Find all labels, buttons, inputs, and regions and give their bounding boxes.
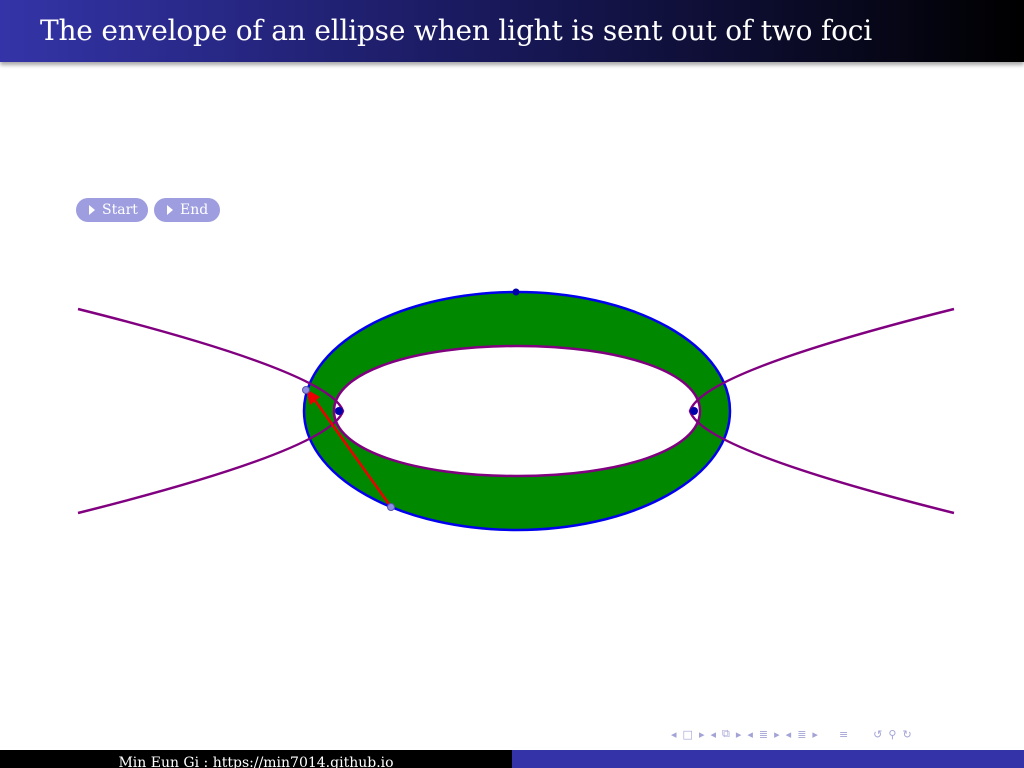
ellipse-ring-fill [304,292,730,530]
arrow-right-icon[interactable]: ▸ [699,728,705,741]
arrow-left-icon[interactable]: ◂ [786,728,792,741]
footer-author-text: Min Eun Gi : https://min7014.github.io [118,755,394,768]
arrow-left-icon[interactable]: ◂ [671,728,677,741]
search-forward-icon[interactable]: ↻ [902,728,911,741]
arrow-right-icon[interactable]: ▸ [736,728,742,741]
section-icon[interactable]: ≣ [759,728,768,741]
align-icon[interactable]: ≡ [839,728,848,741]
footer-right-bar [512,750,1024,768]
footer-author: Min Eun Gi : https://min7014.github.io [0,750,512,768]
search-back-icon[interactable]: ↺ [873,728,882,741]
arrow-right-icon[interactable]: ▸ [812,728,818,741]
right-focus-point[interactable] [690,407,698,415]
search-icon[interactable]: ⚲ [888,728,896,741]
ellipse-diagram [77,288,955,532]
ray-start-point[interactable] [387,503,395,511]
frame-icon[interactable]: □ [683,728,693,741]
subsection-icon[interactable]: ⧉ [722,727,730,741]
section-list-icon[interactable]: ≣ [797,728,806,741]
arrow-right-icon[interactable]: ▸ [774,728,780,741]
arrow-left-icon[interactable]: ◂ [747,728,753,741]
arrow-left-icon[interactable]: ◂ [710,728,716,741]
ellipse-top-point[interactable] [512,288,520,296]
left-focus-point[interactable] [335,407,343,415]
beamer-navigation: ◂ □ ▸ ◂ ⧉ ▸ ◂ ≣ ▸ ◂ ≣ ▸ ≡ ↺ ⚲ ↻ [668,724,915,744]
ray-end-point[interactable] [302,386,310,394]
